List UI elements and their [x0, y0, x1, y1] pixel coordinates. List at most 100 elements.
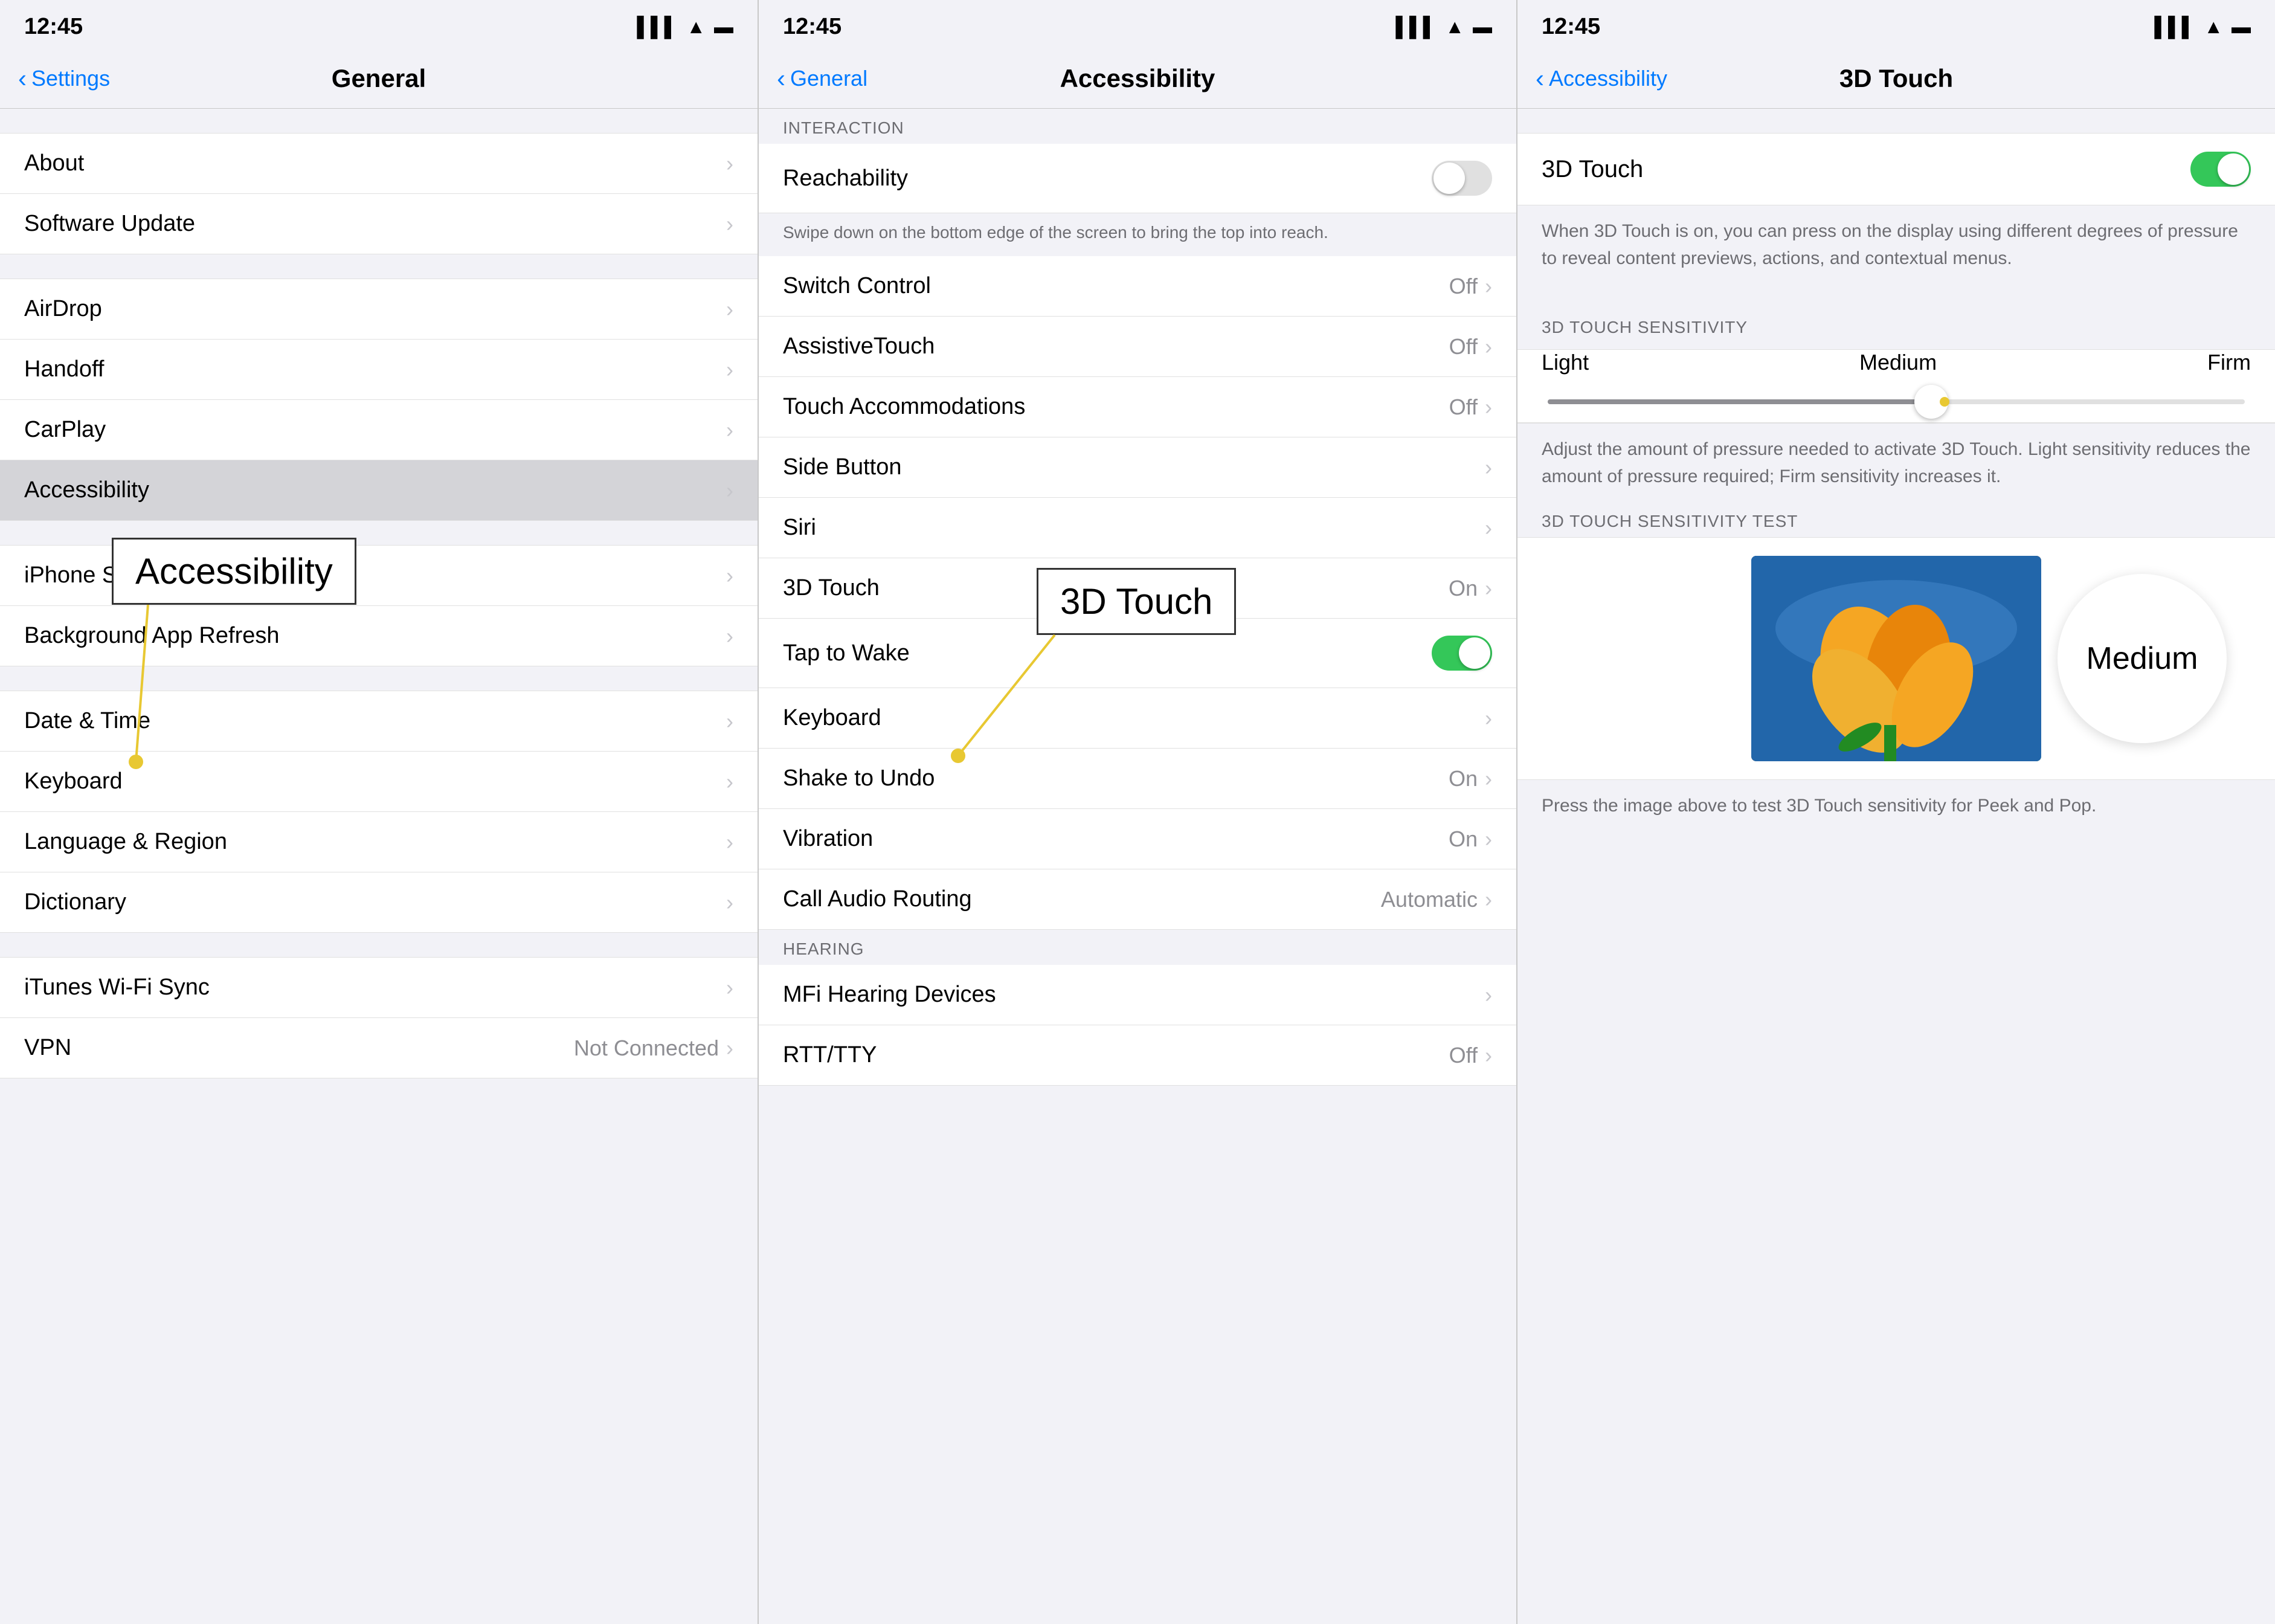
nav-back-3[interactable]: ‹ Accessibility — [1536, 66, 1667, 91]
back-chevron-2: ‹ — [777, 66, 785, 91]
settings-item-siri[interactable]: Siri › — [759, 498, 1516, 558]
settings-item-language[interactable]: Language & Region › — [0, 812, 758, 872]
settings-item-software-update[interactable]: Software Update › — [0, 194, 758, 254]
item-label-keyboard-2: Keyboard — [783, 705, 881, 731]
settings-item-mfi[interactable]: MFi Hearing Devices › — [759, 965, 1516, 1025]
item-label-shake-undo: Shake to Undo — [783, 765, 935, 791]
settings-item-airdrop[interactable]: AirDrop › — [0, 279, 758, 340]
sensitivity-labels: Light Medium Firm — [1517, 350, 2275, 387]
settings-item-switch-control[interactable]: Switch Control Off › — [759, 256, 1516, 317]
signal-icon-3: ▌▌▌ — [2154, 16, 2195, 38]
item-value-carplay: › — [726, 417, 733, 443]
settings-item-accessibility[interactable]: Accessibility › — [0, 460, 758, 521]
item-value-3d-touch: On › — [1449, 576, 1492, 601]
nav-title-3: 3D Touch — [1839, 64, 1953, 93]
callout-accessibility: Accessibility — [112, 538, 356, 605]
item-value-dictionary: › — [726, 890, 733, 915]
touch-accommodations-status: Off — [1449, 395, 1478, 420]
3d-touch-status: On — [1449, 576, 1478, 601]
item-label-touch-accommodations: Touch Accommodations — [783, 394, 1025, 420]
chevron-call-audio: › — [1485, 887, 1492, 912]
chevron-bg-refresh: › — [726, 624, 733, 649]
nav-title-1: General — [332, 64, 426, 93]
status-time-2: 12:45 — [783, 14, 841, 40]
assistive-touch-status: Off — [1449, 334, 1478, 359]
chevron-handoff: › — [726, 357, 733, 382]
settings-section-1: About › Software Update › — [0, 133, 758, 254]
chevron-keyboard: › — [726, 769, 733, 794]
test-image-container[interactable]: Medium — [1517, 537, 2275, 780]
panel-general: 12:45 ▌▌▌ ▲ ▬ ‹ Settings General About ›… — [0, 0, 759, 1624]
toggle-tap-wake[interactable] — [1432, 636, 1492, 671]
settings-item-vpn[interactable]: VPN Not Connected › — [0, 1018, 758, 1078]
item-value-bg-refresh: › — [726, 624, 733, 649]
settings-item-side-button[interactable]: Side Button › — [759, 437, 1516, 498]
settings-item-date-time[interactable]: Date & Time › — [0, 691, 758, 752]
slider-annotation-dot — [1940, 397, 1949, 407]
status-icons-1: ▌▌▌ ▲ ▬ — [637, 16, 733, 38]
nav-back-label-1[interactable]: Settings — [31, 66, 110, 91]
signal-icon-2: ▌▌▌ — [1395, 16, 1437, 38]
chevron-language: › — [726, 830, 733, 855]
test-section: 3D TOUCH SENSITIVITY TEST — [1517, 502, 2275, 831]
toggle-3d-touch-main[interactable] — [2190, 152, 2251, 187]
flower-svg — [1751, 556, 2041, 761]
item-label-about: About — [24, 150, 84, 176]
callout-box-accessibility: Accessibility — [112, 538, 356, 605]
item-label-reachability: Reachability — [783, 166, 908, 192]
nav-bar-3: ‹ Accessibility 3D Touch — [1517, 48, 2275, 109]
sensitivity-slider[interactable] — [1517, 387, 2275, 423]
toggle-reachability[interactable] — [1432, 161, 1492, 196]
sens-label-light: Light — [1542, 350, 1589, 375]
item-value-touch-accommodations: Off › — [1449, 395, 1492, 420]
section-header-interaction: INTERACTION — [759, 109, 1516, 144]
medium-callout-text: Medium — [2087, 640, 2198, 677]
chevron-carplay: › — [726, 417, 733, 443]
settings-item-rtt-tty[interactable]: RTT/TTY Off › — [759, 1025, 1516, 1086]
item-label-itunes-sync: iTunes Wi-Fi Sync — [24, 975, 210, 1000]
settings-item-keyboard-2[interactable]: Keyboard › — [759, 688, 1516, 749]
item-value-accessibility: › — [726, 478, 733, 503]
item-label-accessibility: Accessibility — [24, 477, 149, 503]
settings-item-itunes-sync[interactable]: iTunes Wi-Fi Sync › — [0, 957, 758, 1018]
3d-touch-toggle-row[interactable]: 3D Touch — [1517, 133, 2275, 205]
item-label-software-update: Software Update — [24, 211, 195, 237]
settings-list-2: INTERACTION Reachability Swipe down on t… — [759, 109, 1516, 1624]
settings-item-carplay[interactable]: CarPlay › — [0, 400, 758, 460]
callout-box-3d-touch: 3D Touch — [1037, 568, 1236, 635]
back-chevron-3: ‹ — [1536, 66, 1544, 91]
back-chevron-1: ‹ — [18, 66, 27, 91]
chevron-software-update: › — [726, 211, 733, 237]
sensitivity-description: Adjust the amount of pressure needed to … — [1517, 424, 2275, 502]
item-value-about: › — [726, 151, 733, 176]
settings-item-keyboard[interactable]: Keyboard › — [0, 752, 758, 812]
settings-item-dictionary[interactable]: Dictionary › — [0, 872, 758, 933]
flower-test-image[interactable] — [1751, 556, 2041, 761]
battery-icon-1: ▬ — [714, 16, 733, 38]
nav-back-1[interactable]: ‹ Settings — [18, 66, 110, 91]
nav-back-label-3[interactable]: Accessibility — [1549, 66, 1667, 91]
settings-item-shake-undo[interactable]: Shake to Undo On › — [759, 749, 1516, 809]
status-icons-2: ▌▌▌ ▲ ▬ — [1395, 16, 1492, 38]
settings-item-assistive-touch[interactable]: AssistiveTouch Off › — [759, 317, 1516, 377]
callout-3d-touch: 3D Touch — [1037, 568, 1236, 635]
item-value-side-button: › — [1485, 455, 1492, 480]
settings-item-handoff[interactable]: Handoff › — [0, 340, 758, 400]
nav-back-label-2[interactable]: General — [790, 66, 867, 91]
item-value-date-time: › — [726, 709, 733, 734]
chevron-touch-accommodations: › — [1485, 395, 1492, 420]
nav-back-2[interactable]: ‹ General — [777, 66, 867, 91]
settings-item-bg-refresh[interactable]: Background App Refresh › — [0, 606, 758, 666]
settings-item-vibration[interactable]: Vibration On › — [759, 809, 1516, 869]
item-value-iphone-storage: › — [726, 563, 733, 588]
item-label-date-time: Date & Time — [24, 708, 150, 734]
settings-item-about[interactable]: About › — [0, 133, 758, 194]
settings-item-touch-accommodations[interactable]: Touch Accommodations Off › — [759, 377, 1516, 437]
settings-item-call-audio[interactable]: Call Audio Routing Automatic › — [759, 869, 1516, 930]
vpn-status: Not Connected — [574, 1036, 719, 1061]
chevron-iphone-storage: › — [726, 563, 733, 588]
settings-item-reachability[interactable]: Reachability — [759, 144, 1516, 213]
item-label-vpn: VPN — [24, 1035, 71, 1061]
status-time-1: 12:45 — [24, 14, 83, 40]
chevron-siri: › — [1485, 515, 1492, 541]
